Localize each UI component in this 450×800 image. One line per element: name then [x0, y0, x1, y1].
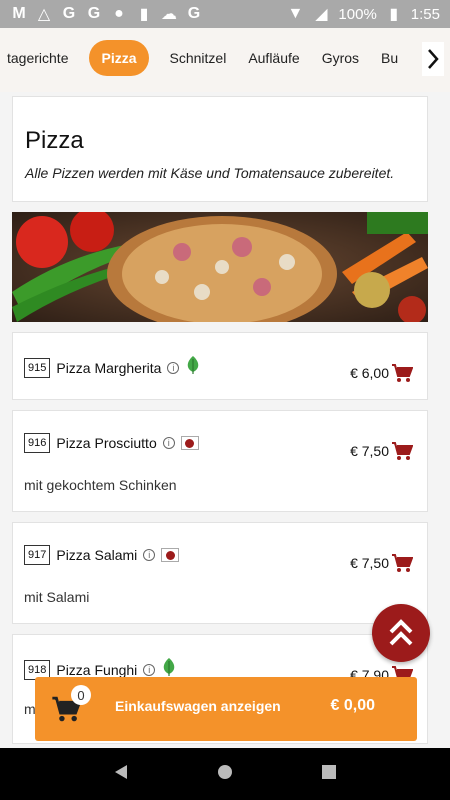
menu-item[interactable]: 915 Pizza Margherita i € 6,00: [12, 332, 428, 400]
category-tab[interactable]: Bu: [370, 40, 409, 76]
section-title: Pizza: [25, 127, 84, 154]
item-name: Pizza Salami: [56, 547, 138, 563]
sdcard-icon: ▮: [139, 6, 149, 23]
home-icon[interactable]: [217, 764, 233, 785]
system-nav-bar: [0, 748, 450, 800]
notification-icons: M △ G G ● ▮ ☁ G: [10, 5, 203, 23]
category-tab[interactable]: Schnitzel: [159, 40, 238, 76]
section-header: Pizza Alle Pizzen werden mit Käse und To…: [12, 96, 428, 202]
category-tab[interactable]: Aufläufe: [237, 40, 310, 76]
info-icon[interactable]: i: [143, 549, 156, 561]
item-description: mit gekochtem Schinken: [24, 477, 177, 493]
item-name: Pizza Margherita: [56, 359, 162, 376]
add-to-cart-icon[interactable]: [391, 553, 414, 578]
google-icon: G: [62, 5, 76, 22]
leaf-icon: [185, 355, 201, 380]
drive-icon: △: [37, 6, 51, 23]
info-icon[interactable]: i: [162, 437, 175, 449]
show-cart-button[interactable]: 0 Einkaufswagen anzeigen € 0,00: [35, 677, 417, 741]
status-bar: M △ G G ● ▮ ☁ G ▼ ◢ 100% ▮ 1:55: [0, 0, 450, 28]
battery-icon: ▮: [389, 6, 399, 23]
circle-icon: ●: [114, 5, 124, 22]
info-icon[interactable]: i: [143, 663, 156, 676]
cart-label: Einkaufswagen anzeigen: [115, 698, 281, 714]
meat-icon: [161, 548, 180, 562]
meat-icon: [180, 436, 199, 450]
add-to-cart-icon[interactable]: [391, 441, 414, 466]
item-price: € 6,00: [350, 365, 389, 381]
menu-item[interactable]: 916 Pizza Prosciutto i € 7,50 mit gekoch…: [12, 410, 428, 512]
google-icon: G: [187, 5, 201, 22]
cart-total: € 0,00: [330, 697, 375, 714]
wifi-icon: ▼: [287, 5, 304, 22]
battery-level: 100%: [338, 5, 377, 23]
item-number: 916: [24, 433, 51, 453]
category-tab[interactable]: tagerichte: [0, 40, 79, 76]
menu-item[interactable]: 917 Pizza Salami i € 7,50 mit Salami: [12, 522, 428, 624]
category-tab[interactable]: Gyros: [311, 40, 370, 76]
item-description: m: [24, 701, 36, 717]
item-price: € 7,50: [350, 555, 389, 571]
gmail-icon: M: [12, 5, 26, 22]
category-bar: tagerichte Pizza Schnitzel Aufläufe Gyro…: [0, 28, 450, 92]
cart-count-badge: 0: [71, 685, 91, 705]
cloud-icon: ☁: [161, 6, 177, 23]
info-icon[interactable]: i: [167, 361, 180, 374]
item-description: mit Salami: [24, 589, 90, 605]
scroll-to-top-button[interactable]: [372, 604, 430, 662]
chevron-right-icon[interactable]: [422, 42, 444, 76]
add-to-cart-icon[interactable]: [391, 363, 414, 388]
item-number: 917: [24, 545, 51, 565]
item-price: € 7,50: [350, 443, 389, 459]
clock: 1:55: [410, 5, 440, 23]
item-name: Pizza Prosciutto: [56, 435, 157, 451]
item-name: Pizza Funghi: [56, 661, 138, 678]
category-tab-active[interactable]: Pizza: [89, 40, 149, 76]
signal-icon: ◢: [315, 6, 328, 23]
google-icon: G: [87, 5, 101, 22]
back-icon[interactable]: [114, 764, 128, 785]
pizza-banner-image: [12, 212, 428, 322]
item-number: 915: [24, 357, 51, 378]
double-chevron-up-icon: [389, 619, 413, 646]
section-subtitle: Alle Pizzen werden mit Käse und Tomatens…: [25, 165, 395, 181]
recents-icon[interactable]: [321, 764, 336, 784]
